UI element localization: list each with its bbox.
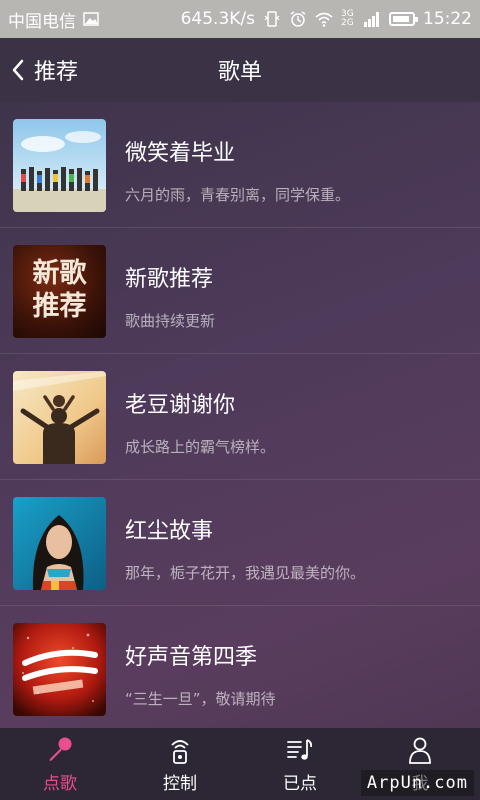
status-bar: 中国电信 645.3K/s 3G 2G 15:22: [0, 0, 480, 38]
back-button[interactable]: 推荐: [0, 38, 78, 102]
playlist-subtitle: 歌曲持续更新: [125, 312, 216, 330]
chevron-left-icon: [12, 59, 24, 81]
tab-queued[interactable]: 已点: [240, 728, 360, 800]
playlist-subtitle: 六月的雨，青春别离，同学保重。: [125, 186, 351, 204]
cover-text: 新歌推荐: [32, 258, 87, 322]
playlist-cover-graduation: [13, 119, 106, 212]
tab-label: 已点: [283, 773, 317, 794]
list-item[interactable]: 微笑着毕业 六月的雨，青春别离，同学保重。: [0, 102, 480, 228]
wifi-icon: [315, 12, 333, 27]
remote-icon: [171, 739, 189, 764]
network-speed: 645.3K/s: [180, 9, 255, 29]
playlist-cover-voice-of-china: [13, 623, 106, 716]
list-item[interactable]: 老豆谢谢你 成长路上的霸气榜样。: [0, 354, 480, 480]
watermark: ArpUn.com: [360, 770, 474, 796]
playlist-cover-singer: [13, 497, 106, 590]
playlist-cover-new-songs: 新歌推荐: [13, 245, 106, 338]
person-icon: [409, 737, 431, 764]
playlist-subtitle: 那年，栀子花开，我遇见最美的你。: [125, 564, 366, 582]
image-notification-icon: [83, 12, 99, 26]
battery-icon: [389, 12, 418, 26]
playlist-title: 老豆谢谢你: [125, 393, 236, 418]
back-label: 推荐: [34, 60, 79, 85]
tab-label: 控制: [163, 773, 197, 794]
list-item[interactable]: 新歌推荐 新歌推荐 歌曲持续更新: [0, 228, 480, 354]
playlist-subtitle: 成长路上的霸气榜样。: [125, 438, 276, 456]
list-item[interactable]: 好声音第四季 “三生一旦”，敬请期待: [0, 606, 480, 728]
header-bar: 推荐 歌单: [0, 38, 480, 102]
playlist-cover-father: [13, 371, 106, 464]
clock: 15:22: [423, 9, 472, 29]
playlist-title: 微笑着毕业: [125, 141, 236, 166]
tab-song-request[interactable]: 点歌: [0, 728, 120, 800]
list-item[interactable]: 红尘故事 那年，栀子花开，我遇见最美的你。: [0, 480, 480, 606]
playlist-title: 红尘故事: [125, 519, 214, 544]
playlist-subtitle: “三生一旦”，敬请期待: [125, 690, 276, 708]
microphone-icon: [49, 737, 72, 761]
carrier-label: 中国电信: [8, 11, 76, 32]
network-type: 3G 2G: [341, 9, 354, 28]
tab-label: 点歌: [43, 773, 77, 794]
alarm-icon: [290, 11, 306, 27]
tab-control[interactable]: 控制: [120, 728, 240, 800]
vibrate-icon: [264, 11, 280, 27]
playlist-title: 新歌推荐: [125, 267, 214, 292]
playlist-list: 微笑着毕业 六月的雨，青春别离，同学保重。 新歌推荐 新歌推荐 歌曲持续更新 老…: [0, 102, 480, 728]
signal-icon: [364, 12, 379, 27]
playlist-title: 好声音第四季: [125, 645, 258, 670]
music-list-icon: [287, 738, 313, 760]
